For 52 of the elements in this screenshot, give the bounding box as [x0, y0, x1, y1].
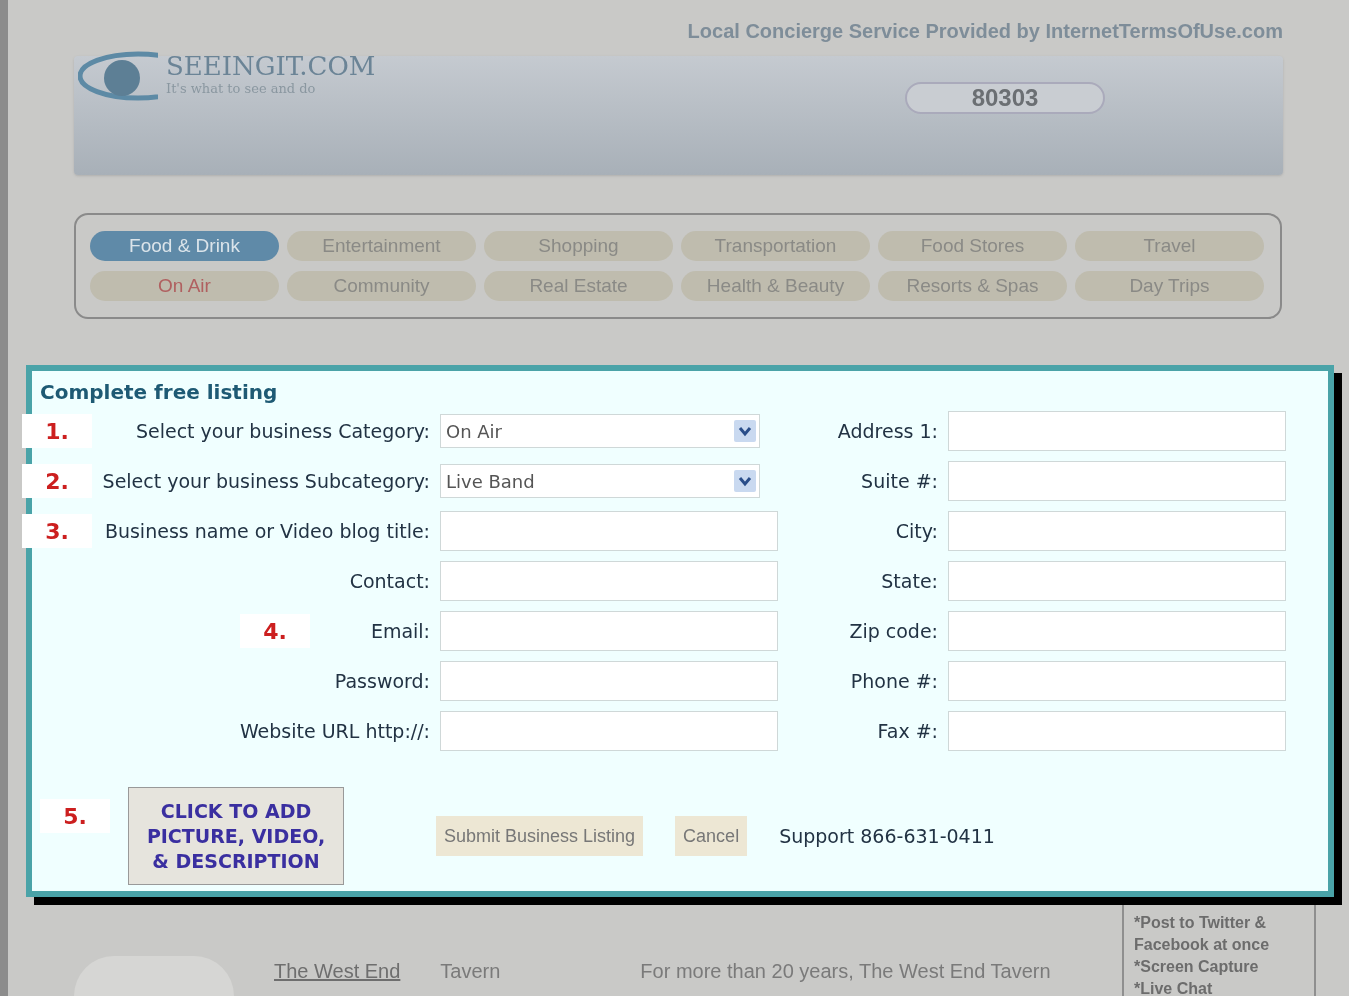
listing-type: Tavern [440, 959, 502, 984]
listing-link[interactable]: The West End [274, 956, 401, 986]
feature-text: Facebook at once [1134, 935, 1271, 955]
feature-text: *Post to Twitter & [1134, 913, 1268, 933]
field-label: Suite #: [860, 468, 938, 494]
input-field[interactable] [948, 561, 1286, 601]
step-number: 3. [22, 514, 92, 548]
dropdown[interactable]: Live Band [440, 464, 760, 498]
step-number: 4. [240, 614, 310, 648]
input-field[interactable] [440, 611, 778, 651]
step-number: 5. [40, 799, 110, 833]
step-number: 1. [22, 414, 92, 448]
caret-icon [734, 420, 756, 442]
input-field[interactable] [948, 661, 1286, 701]
zip-field[interactable]: 80303 [905, 82, 1105, 114]
category-tab[interactable]: On Air [90, 271, 279, 302]
field-label: Address 1: [836, 418, 938, 444]
support-phone: Support 866-631-0411 [779, 823, 995, 849]
input-field[interactable] [948, 611, 1286, 651]
feature-text: *Screen Capture [1134, 957, 1260, 977]
listing-description: For more than 20 years, The West End Tavern [640, 959, 1051, 984]
add-media-button[interactable]: CLICK TO ADD PICTURE, VIDEO, & DESCRIPTION [128, 787, 344, 885]
field-label: City: [894, 518, 938, 544]
category-tab[interactable]: Food & Drink [90, 231, 279, 262]
logo-title: SEEINGIT.COM [166, 53, 376, 80]
field-label: Select your business Subcategory: [102, 468, 430, 494]
field-label: Phone #: [849, 668, 938, 694]
field-label: Contact: [349, 568, 430, 594]
field-label: Business name or Video blog title: [104, 518, 430, 544]
field-label: Website URL http://: [239, 718, 430, 744]
input-field[interactable] [948, 511, 1286, 551]
provider-text: Local Concierge Service Provided by InternetTermsOfUse.com [687, 19, 1283, 44]
input-field[interactable] [440, 511, 778, 551]
caret-icon [734, 470, 756, 492]
input-field[interactable] [440, 561, 778, 601]
step-number: 2. [22, 464, 92, 498]
field-label: State: [880, 568, 938, 594]
cancel-button[interactable]: Cancel [675, 816, 748, 856]
field-label: Email: [370, 618, 430, 644]
field-label: Password: [334, 668, 430, 694]
input-field[interactable] [440, 661, 778, 701]
input-field[interactable] [948, 711, 1286, 751]
field-label: Select your business Category: [135, 418, 430, 444]
submit-button[interactable]: Submit Business Listing [436, 816, 644, 856]
dialog-title: Complete free listing [40, 379, 279, 406]
input-field[interactable] [440, 711, 778, 751]
field-label: Zip code: [848, 618, 938, 644]
dropdown[interactable]: On Air [440, 414, 760, 448]
input-field[interactable] [948, 461, 1286, 501]
input-field[interactable] [948, 411, 1286, 451]
feature-text: *Live Chat [1134, 979, 1214, 996]
field-label: Fax #: [876, 718, 938, 744]
